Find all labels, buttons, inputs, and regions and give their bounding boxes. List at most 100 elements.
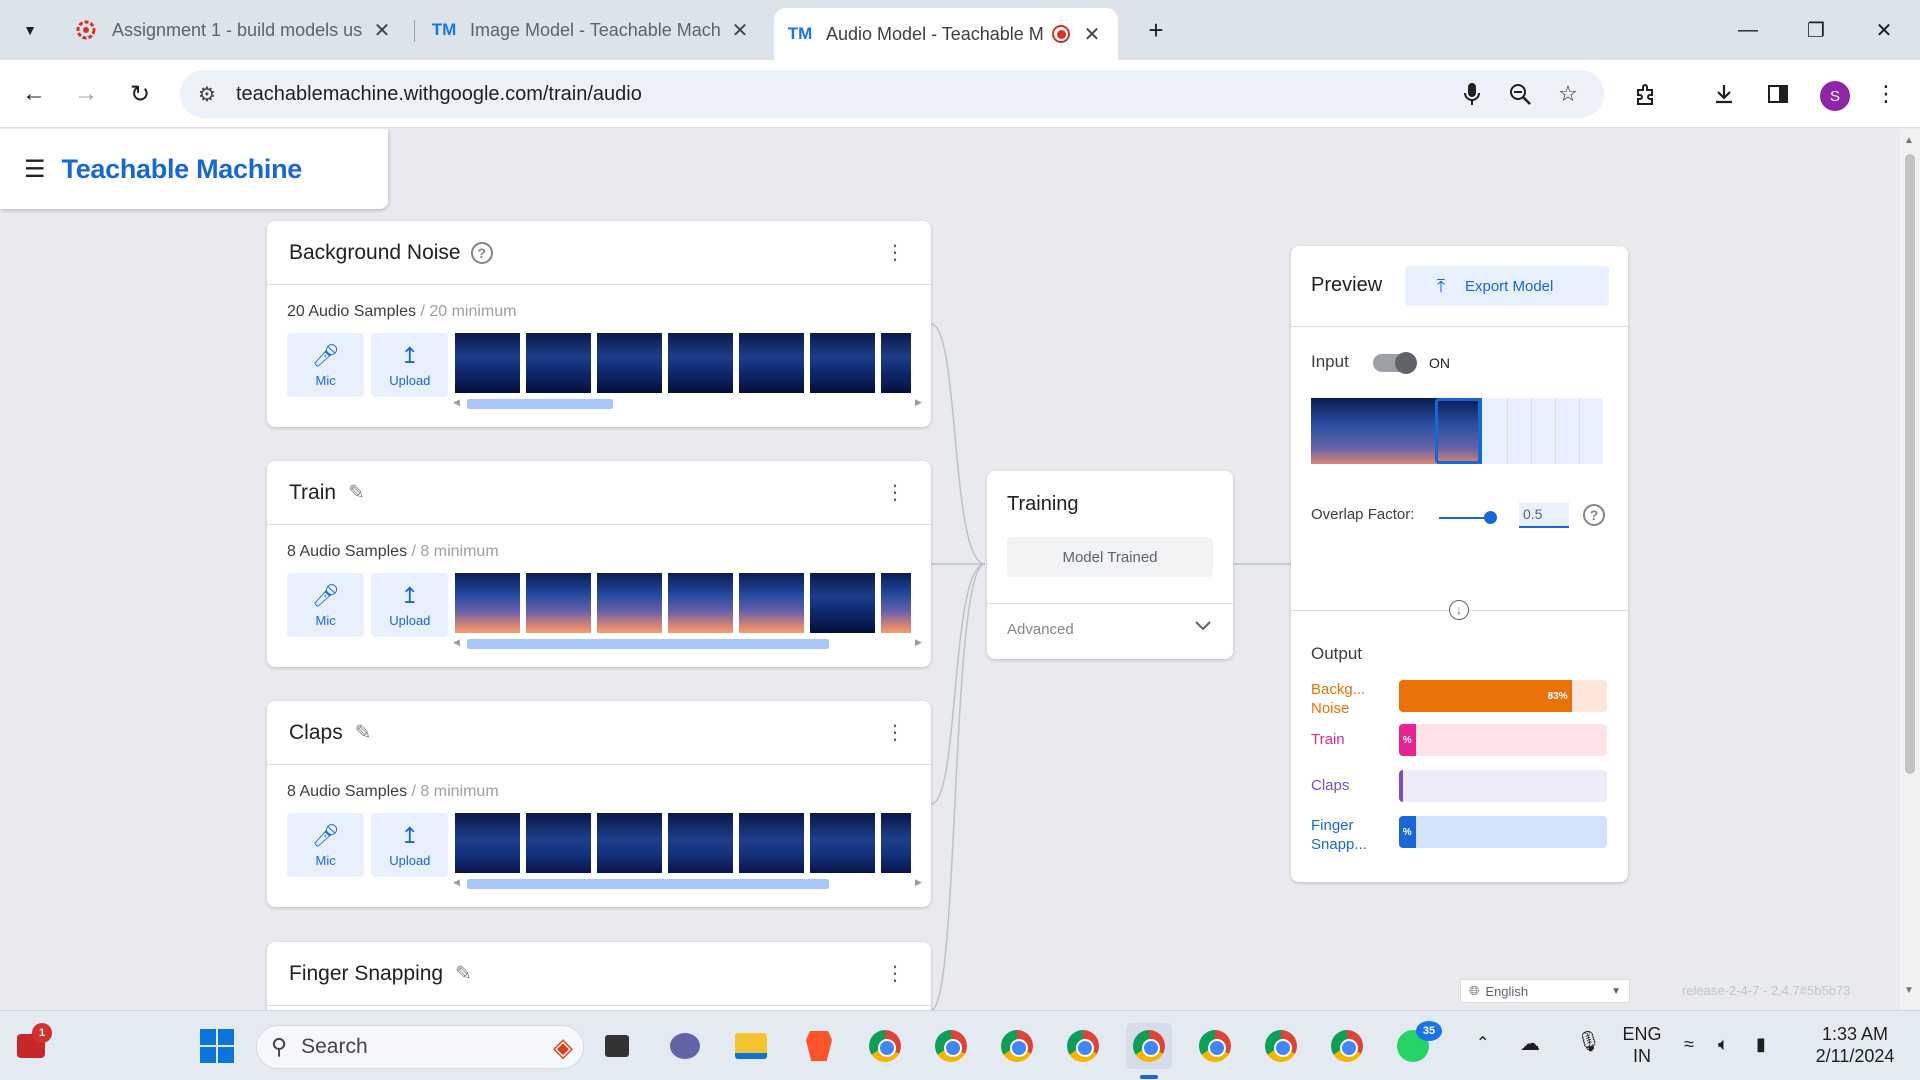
wifi-icon[interactable]: ≈ — [1684, 1033, 1694, 1055]
chrome-profile-button[interactable] — [1192, 1023, 1238, 1069]
more-options-icon[interactable]: ⋮ — [885, 961, 905, 986]
sample-thumbnail[interactable] — [597, 813, 663, 873]
microphone-icon[interactable] — [1458, 80, 1486, 108]
sample-thumbnails[interactable] — [455, 813, 911, 873]
restore-button[interactable]: ❐ — [1788, 10, 1844, 50]
clock[interactable]: 1:33 AM 2/11/2024 — [1800, 1023, 1910, 1067]
sample-thumbnail[interactable] — [881, 333, 911, 393]
sample-scrollbar[interactable]: ◀ ▶ — [453, 637, 925, 651]
task-view-button[interactable] — [594, 1023, 640, 1069]
scroll-left-icon[interactable]: ◀ — [453, 877, 460, 888]
chrome-profile-button[interactable] — [928, 1023, 974, 1069]
tab-image-model[interactable]: TM Image Model - Teachable Mach ✕ — [418, 8, 766, 52]
sample-thumbnail[interactable] — [881, 813, 911, 873]
brand-title[interactable]: Teachable Machine — [62, 154, 303, 185]
start-button[interactable] — [194, 1023, 240, 1069]
page-scrollbar[interactable]: ▲ ▼ — [1900, 129, 1920, 1010]
class-name[interactable]: Claps — [289, 721, 343, 745]
sample-thumbnail[interactable] — [739, 813, 805, 873]
class-name[interactable]: Train — [289, 481, 336, 505]
chrome-profile-button[interactable] — [1258, 1023, 1304, 1069]
sample-thumbnail[interactable] — [881, 573, 911, 633]
tab-assignment[interactable]: Assignment 1 - build models us ✕ — [60, 8, 408, 52]
profile-avatar[interactable]: S — [1820, 81, 1850, 111]
scroll-right-icon[interactable]: ▶ — [915, 637, 922, 648]
scroll-right-icon[interactable]: ▶ — [915, 397, 922, 408]
scroll-up-icon[interactable]: ▲ — [1904, 135, 1914, 146]
export-model-button[interactable]: ⤒ Export Model — [1405, 266, 1609, 306]
chrome-profile-button[interactable] — [1060, 1023, 1106, 1069]
more-options-icon[interactable]: ⋮ — [885, 480, 905, 505]
side-panel-icon[interactable] — [1758, 74, 1798, 114]
whatsapp-button[interactable]: 35 — [1390, 1021, 1442, 1069]
chrome-profile-button[interactable] — [862, 1023, 908, 1069]
taskbar-search[interactable]: ⚲ Search ◈ — [256, 1025, 584, 1069]
new-tab-button[interactable]: + — [1138, 12, 1174, 48]
sample-thumbnail[interactable] — [810, 573, 876, 633]
more-options-icon[interactable]: ⋮ — [885, 720, 905, 745]
sample-thumbnail[interactable] — [739, 333, 805, 393]
scroll-down-icon[interactable]: ▼ — [1904, 985, 1914, 996]
file-explorer-button[interactable] — [728, 1023, 774, 1069]
pencil-icon[interactable]: ✎ — [355, 720, 372, 745]
menu-kebab-icon[interactable]: ⋮ — [1866, 74, 1906, 114]
overlap-factor-input[interactable]: 0.5 — [1519, 502, 1569, 528]
download-icon[interactable] — [1704, 74, 1744, 114]
address-text[interactable]: teachablemachine.withgoogle.com/train/au… — [236, 83, 642, 106]
input-toggle[interactable] — [1373, 352, 1417, 374]
cloud-icon[interactable]: ☁ — [1520, 1033, 1540, 1055]
close-icon[interactable]: ✕ — [728, 18, 752, 43]
meet-button[interactable] — [662, 1023, 708, 1069]
sample-thumbnail[interactable] — [668, 333, 734, 393]
pencil-icon[interactable]: ✎ — [348, 480, 365, 505]
sample-thumbnails[interactable] — [455, 573, 911, 633]
sample-thumbnail[interactable] — [810, 813, 876, 873]
scroll-thumb[interactable] — [467, 399, 613, 409]
close-window-button[interactable]: ✕ — [1856, 10, 1912, 50]
mic-button[interactable]: 🎤︎ Mic — [287, 813, 365, 877]
reload-button[interactable]: ↻ — [120, 74, 160, 114]
mic-button[interactable]: 🎤︎ Mic — [287, 573, 365, 637]
microphone-icon[interactable]: 🎙︎ — [1576, 1031, 1601, 1053]
extensions-icon[interactable] — [1626, 74, 1666, 114]
tab-search-button[interactable]: ▼ — [10, 12, 50, 48]
scroll-left-icon[interactable]: ◀ — [453, 397, 460, 408]
chevron-down-icon[interactable] — [1193, 615, 1213, 640]
close-icon[interactable]: ✕ — [1080, 22, 1104, 47]
train-model-button[interactable]: Model Trained — [1007, 537, 1213, 577]
overlap-slider-knob[interactable] — [1484, 511, 1497, 524]
minimize-button[interactable]: — — [1720, 10, 1776, 50]
chrome-active-button[interactable] — [1126, 1023, 1172, 1069]
sample-thumbnail[interactable] — [526, 813, 592, 873]
brave-button[interactable] — [796, 1023, 842, 1069]
chevron-up-icon[interactable]: ⌃ — [1476, 1033, 1489, 1055]
help-icon[interactable]: ? — [1583, 504, 1605, 526]
overlap-slider-track[interactable] — [1439, 517, 1489, 519]
class-name[interactable]: Finger Snapping — [289, 962, 443, 986]
sample-thumbnail[interactable] — [526, 333, 592, 393]
scroll-thumb[interactable] — [1905, 154, 1915, 774]
sample-thumbnail[interactable] — [597, 573, 663, 633]
mic-button[interactable]: 🎤︎ Mic — [287, 333, 365, 397]
sample-thumbnail[interactable] — [597, 333, 663, 393]
sample-thumbnail[interactable] — [455, 813, 521, 873]
sample-scrollbar[interactable]: ◀ ▶ — [453, 397, 925, 411]
chrome-profile-button[interactable] — [1324, 1023, 1370, 1069]
scroll-thumb[interactable] — [467, 639, 829, 649]
site-settings-icon[interactable]: ⚙ — [198, 82, 228, 107]
hamburger-menu-icon[interactable]: ☰ — [24, 155, 46, 184]
class-name[interactable]: Background Noise — [289, 241, 461, 265]
scroll-thumb[interactable] — [467, 879, 829, 889]
help-icon[interactable]: ? — [470, 241, 493, 264]
pencil-icon[interactable]: ✎ — [455, 961, 472, 986]
zoom-icon[interactable] — [1506, 80, 1534, 108]
upload-button[interactable]: ↥ Upload — [371, 813, 449, 877]
back-button[interactable]: ← — [14, 74, 54, 114]
sample-thumbnail[interactable] — [739, 573, 805, 633]
upload-button[interactable]: ↥ Upload — [371, 573, 449, 637]
sample-thumbnail[interactable] — [526, 573, 592, 633]
chrome-profile-button[interactable] — [994, 1023, 1040, 1069]
tab-audio-model[interactable]: TM Audio Model - Teachable M ✕ — [774, 8, 1118, 60]
widgets-button[interactable]: 1 — [8, 1023, 54, 1069]
scroll-left-icon[interactable]: ◀ — [453, 637, 460, 648]
